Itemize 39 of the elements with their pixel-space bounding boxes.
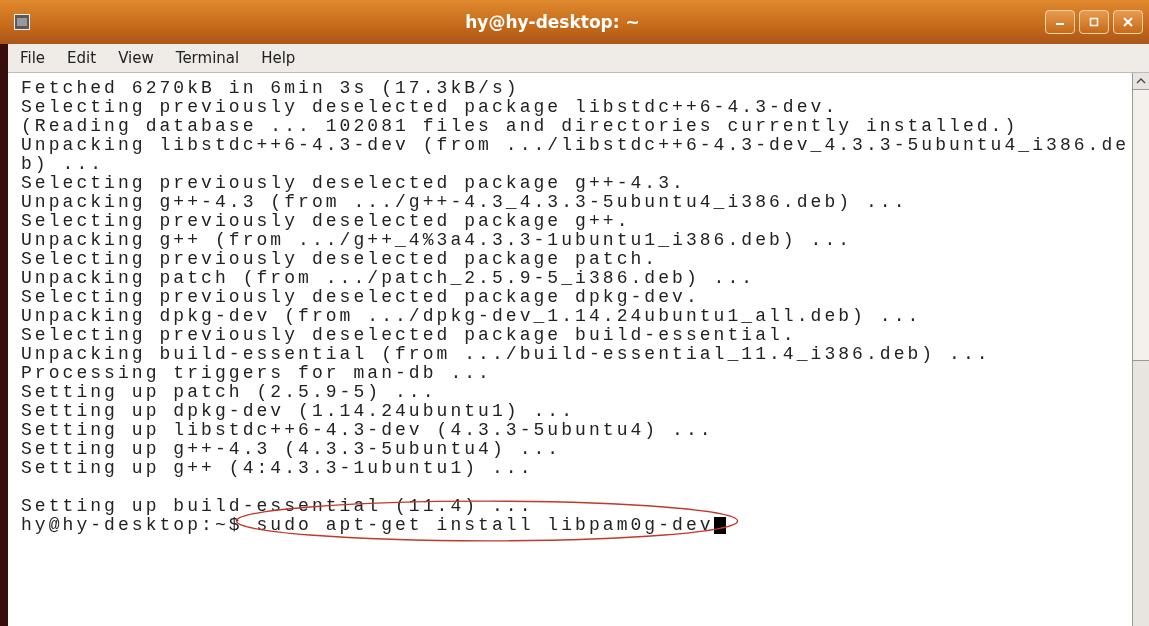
menu-item[interactable]: Terminal [175, 49, 240, 67]
terminal-line: Processing triggers for man-db ... [21, 364, 493, 383]
menu-item[interactable]: View [118, 49, 154, 67]
terminal-line: Unpacking build-essential (from .../build-essential_11.4_i386.deb) ... [21, 345, 992, 364]
terminal-line: Selecting previously deselected package g++. [21, 212, 632, 231]
maximize-button[interactable] [1079, 10, 1109, 34]
terminal-line: Fetched 6270kB in 6min 3s (17.3kB/s) [21, 79, 521, 98]
scrollbar-thumb[interactable] [1133, 90, 1149, 361]
maximize-icon [1089, 17, 1099, 27]
terminal-line: Unpacking patch (from .../patch_2.5.9-5_i386.deb) ... [21, 269, 757, 288]
terminal-line: Setting up build-essential (11.4) ... [21, 497, 535, 516]
scrollbar[interactable] [1132, 73, 1149, 626]
terminal-line: Selecting previously deselected package build-essential. [21, 326, 798, 345]
terminal-line: b) ... [21, 155, 106, 174]
close-button[interactable] [1113, 10, 1143, 34]
menu-item[interactable]: File [20, 49, 46, 67]
shell-prompt: hy@hy-desktop:~$ [21, 516, 243, 535]
terminal-line: Unpacking g++-4.3 (from .../g++-4.3_4.3.3-5ubuntu4_i386.deb) ... [21, 193, 909, 212]
terminal-line: Selecting previously deselected package patch. [21, 250, 660, 269]
text-cursor [713, 517, 726, 534]
terminal-line: Setting up patch (2.5.9-5) ... [21, 383, 438, 402]
minimize-button[interactable] [1045, 10, 1075, 34]
window-title: hy@hy-desktop: ~ [464, 12, 641, 32]
terminal-line: Unpacking g++ (from .../g++_4%3a4.3.3-1ubuntu1_i386.deb) ... [21, 231, 854, 250]
typed-command: sudo apt-get install libpam0g-dev [256, 516, 714, 535]
terminal-line: Selecting previously deselected package dpkg-dev. [21, 288, 701, 307]
terminal-line: Setting up libstdc++6-4.3-dev (4.3.3-5ubuntu4) ... [21, 421, 715, 440]
terminal-line: Unpacking dpkg-dev (from .../dpkg-dev_1.14.24ubuntu1_all.deb) ... [21, 307, 923, 326]
terminal-line: Selecting previously deselected package g++-4.3. [21, 174, 687, 193]
terminal-line: Unpacking libstdc++6-4.3-dev (from .../libstdc++6-4.3-dev_4.3.3-5ubuntu4_i386.de [21, 136, 1131, 155]
terminal-line: Selecting previously deselected package libstdc++6-4.3-dev. [21, 98, 840, 117]
terminal-line: Setting up g++-4.3 (4.3.3-5ubuntu4) ... [21, 440, 563, 459]
menu-item[interactable]: Edit [67, 49, 97, 67]
close-icon [1123, 17, 1133, 27]
menu-item[interactable]: Help [261, 49, 296, 67]
terminal-line: Setting up g++ (4:4.3.3-1ubuntu1) ... [21, 459, 535, 478]
terminal-icon [14, 14, 30, 30]
terminal-line: (Reading database ... 102081 files and directories currently installed.) [21, 117, 1020, 136]
terminal-line: Setting up dpkg-dev (1.14.24ubuntu1) ... [21, 402, 577, 421]
